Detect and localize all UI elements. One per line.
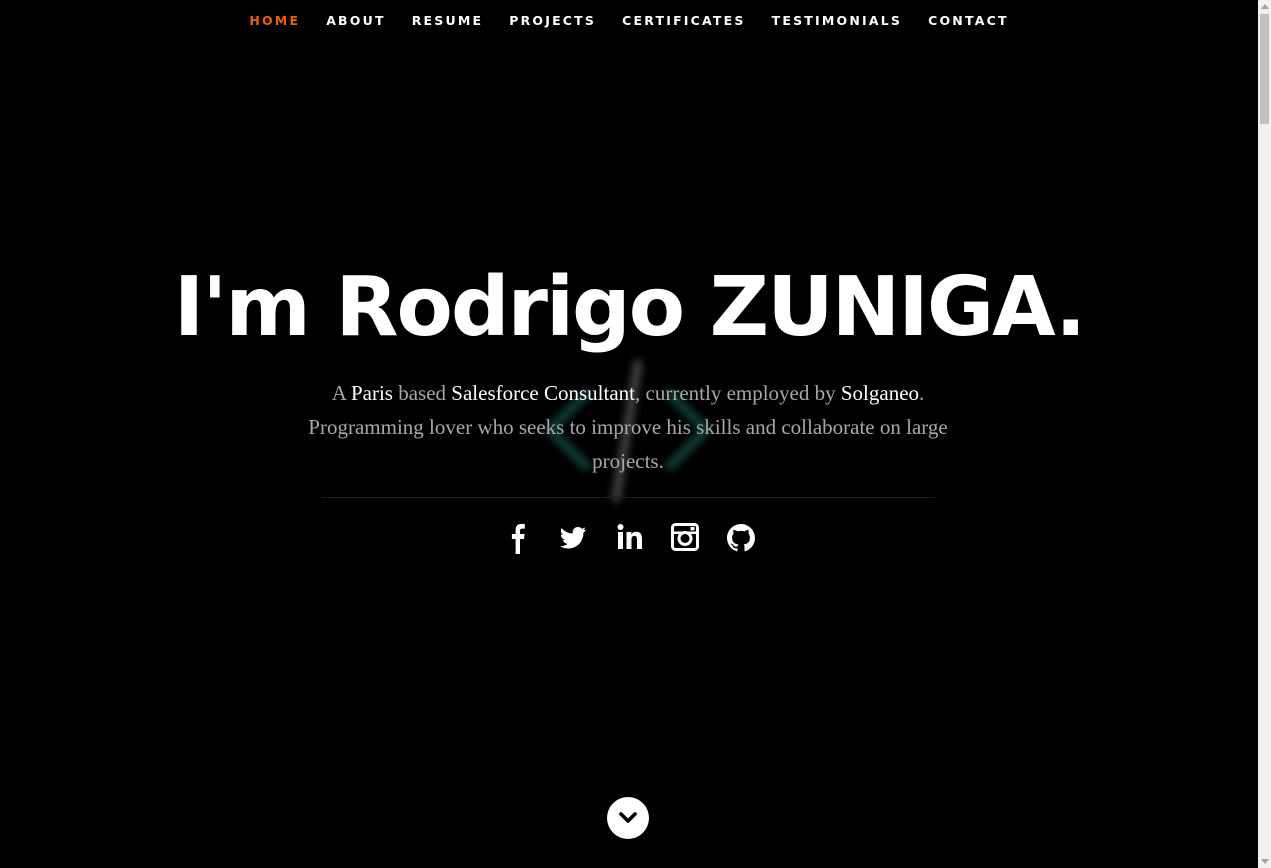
- nav-link-home[interactable]: HOME: [249, 12, 300, 30]
- hero-tagline: A Paris based Salesforce Consultant, cur…: [270, 376, 986, 478]
- linkedin-icon: [617, 524, 642, 549]
- tagline-text: based: [392, 381, 452, 405]
- nav-link-about[interactable]: ABOUT: [326, 12, 386, 30]
- linkedin-link[interactable]: [611, 520, 647, 554]
- chevron-down-icon: [619, 812, 637, 823]
- hero-title: I'm Rodrigo ZUNIGA.: [173, 260, 1087, 355]
- nav-item-home: HOME: [249, 12, 300, 30]
- nav-link-certificates[interactable]: CERTIFICATES: [622, 12, 746, 30]
- nav-item-projects: PROJECTS: [509, 12, 596, 30]
- tagline-city: Paris: [350, 381, 393, 405]
- tagline-text: .: [919, 381, 925, 405]
- page: HOME ABOUT RESUME PROJECTS CERTIFICATES …: [0, 0, 1258, 868]
- tagline-company: Solganeo: [840, 381, 920, 405]
- scroll-down-arrow-icon[interactable]: [1261, 859, 1269, 864]
- nav-item-contact: CONTACT: [928, 12, 1009, 30]
- nav-list: HOME ABOUT RESUME PROJECTS CERTIFICATES …: [236, 12, 1021, 30]
- tagline-role: Salesforce Consultant: [451, 381, 636, 405]
- twitter-link[interactable]: [555, 520, 591, 554]
- nav-item-resume: RESUME: [412, 12, 484, 30]
- nav-link-projects[interactable]: PROJECTS: [509, 12, 596, 30]
- instagram-icon: [671, 523, 699, 551]
- nav-link-contact[interactable]: CONTACT: [928, 12, 1009, 30]
- social-links: [0, 520, 1258, 554]
- tagline-text: A: [331, 381, 351, 405]
- instagram-link[interactable]: [667, 520, 703, 554]
- main-nav: HOME ABOUT RESUME PROJECTS CERTIFICATES …: [0, 12, 1258, 30]
- tagline-text: , currently employed by: [635, 381, 841, 405]
- vertical-scrollbar[interactable]: [1258, 0, 1271, 868]
- scrollbar-thumb[interactable]: [1260, 14, 1269, 124]
- nav-link-resume[interactable]: RESUME: [412, 12, 484, 30]
- twitter-icon: [559, 527, 586, 549]
- scroll-down-button[interactable]: [607, 797, 649, 839]
- facebook-link[interactable]: [499, 520, 535, 554]
- tagline-line2: Programming lover who seeks to improve h…: [308, 415, 948, 473]
- scroll-up-arrow-icon[interactable]: [1261, 4, 1269, 9]
- github-icon: [727, 524, 755, 552]
- nav-link-testimonials[interactable]: TESTIMONIALS: [772, 12, 902, 30]
- facebook-icon: [511, 523, 525, 554]
- hero-divider: [322, 497, 935, 498]
- github-link[interactable]: [723, 520, 759, 554]
- nav-item-testimonials: TESTIMONIALS: [772, 12, 902, 30]
- nav-item-about: ABOUT: [326, 12, 386, 30]
- nav-item-certificates: CERTIFICATES: [622, 12, 746, 30]
